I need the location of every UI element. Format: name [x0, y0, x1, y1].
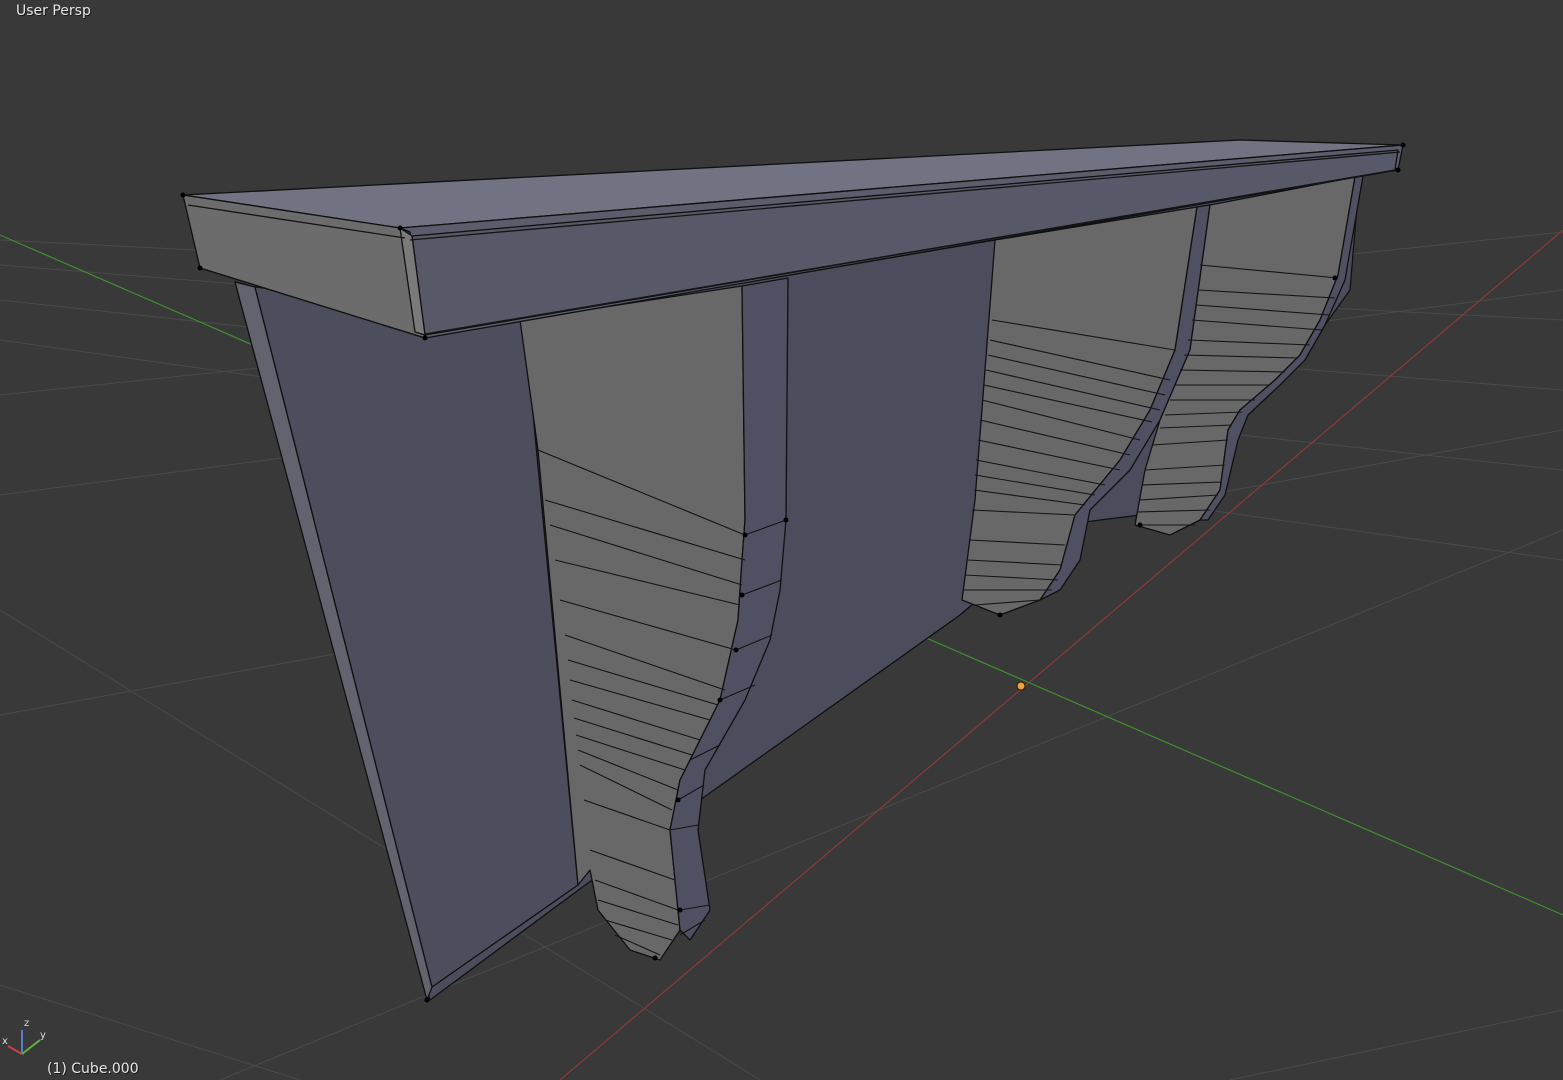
gizmo-x-label: x	[2, 1036, 8, 1047]
3d-viewport[interactable]: User Persp z x y (1) Cube.000	[0, 0, 1563, 1080]
gizmo-y-label: y	[40, 1030, 46, 1041]
object-origin[interactable]	[1016, 681, 1026, 691]
active-object-label: (1) Cube.000	[47, 1061, 139, 1077]
shelf-mesh[interactable]	[182, 139, 1404, 1001]
viewport-canvas[interactable]	[0, 0, 1563, 1080]
view-mode-label: User Persp	[16, 3, 91, 19]
gizmo-z-label: z	[24, 1018, 29, 1029]
